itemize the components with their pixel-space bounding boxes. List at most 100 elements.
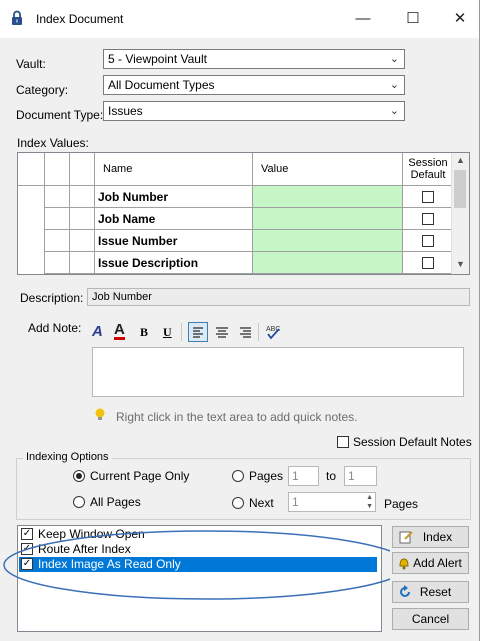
index-field-name: Job Number [95,186,253,208]
session-default-cell [403,208,454,230]
pages-radio[interactable] [232,470,244,482]
header-blank-cell [70,153,95,186]
row-header[interactable] [18,186,45,208]
annotation-ellipse [3,530,390,600]
index-button-label: Index [422,530,453,544]
font-color-icon[interactable]: A [114,322,125,340]
index-values-grid[interactable]: Name Value Session Default Job Number Jo… [17,152,470,275]
index-values-label: Index Values: [17,136,89,150]
add-alert-button[interactable]: Add Alert [392,552,469,574]
session-default-checkbox[interactable] [422,257,434,269]
bold-button[interactable]: B [140,325,148,340]
session-default-notes-label: Session Default Notes [353,435,472,449]
session-default-checkbox[interactable] [422,235,434,247]
underline-button[interactable]: U [163,325,172,340]
current-page-only-radio[interactable] [73,470,85,482]
index-field-name: Job Name [95,208,253,230]
lock-icon [11,10,23,29]
index-field-value-input[interactable] [253,230,403,252]
row-header-corner [18,153,45,186]
session-default-checkbox[interactable] [422,213,434,225]
session-default-cell [403,252,454,274]
maximize-button[interactable]: ☐ [390,0,436,38]
reset-button[interactable]: Reset [392,581,469,603]
column-header-name[interactable]: Name [95,153,253,186]
chevron-down-icon: ⌄ [389,53,399,65]
reset-icon [398,585,412,605]
document-type-value: Issues [108,104,143,118]
add-note-label: Add Note: [28,321,82,335]
note-hint: Right click in the text area to add quic… [116,410,358,424]
document-type-select[interactable]: Issues ⌄ [103,101,405,121]
index-field-name: Issue Number [95,230,253,252]
index-field-name: Issue Description [95,252,253,274]
row-cell [70,208,95,230]
toolbar-divider [181,323,182,341]
lightbulb-icon [94,408,106,425]
chevron-down-icon: ⌄ [389,79,399,91]
indexing-options-legend: Indexing Options [23,451,112,463]
scroll-down-icon[interactable]: ▼ [456,259,465,269]
pages-label: Pages [249,469,284,483]
alert-bell-icon [397,556,411,576]
align-right-icon[interactable] [236,323,254,344]
spell-check-icon[interactable]: ABC [264,323,282,344]
chevron-down-icon: ⌄ [389,105,399,117]
current-page-only-label: Current Page Only [90,469,190,483]
vault-value: 5 - Viewpoint Vault [108,52,207,66]
all-pages-label: All Pages [90,495,141,509]
document-type-label: Document Type: [16,108,104,122]
index-button[interactable]: Index [392,526,469,548]
row-cell [45,186,70,208]
next-radio[interactable] [232,497,244,509]
pages-to-input[interactable]: 1 [344,466,377,486]
row-cell [70,186,95,208]
index-field-value-input[interactable] [253,252,403,274]
vault-label: Vault: [16,57,46,71]
category-value: All Document Types [108,78,215,92]
index-icon [399,530,413,550]
next-pages-suffix: Pages [384,497,419,511]
row-header[interactable] [18,230,45,252]
grid-scrollbar[interactable]: ▲ ▼ [451,153,469,274]
next-label: Next [249,496,274,510]
session-default-cell [403,186,454,208]
close-button[interactable]: ✕ [437,0,483,38]
category-select[interactable]: All Document Types ⌄ [103,75,405,95]
column-header-value[interactable]: Value [253,153,403,186]
pages-from-input[interactable]: 1 [288,466,319,486]
row-cell [45,208,70,230]
row-cell [45,252,70,274]
session-default-checkbox[interactable] [422,191,434,203]
session-default-notes-checkbox[interactable] [337,436,349,448]
index-field-value-input[interactable] [253,186,403,208]
index-field-value-input[interactable] [253,208,403,230]
session-default-cell [403,230,454,252]
cancel-button[interactable]: Cancel [392,608,469,630]
toolbar-divider [258,323,259,341]
description-field: Job Number [87,288,470,306]
next-pages-stepper[interactable]: 1 ▲ ▼ [288,492,376,512]
all-pages-radio[interactable] [73,496,85,508]
row-cell [45,230,70,252]
note-toolbar: A A B U ABC [92,322,464,344]
reset-button-label: Reset [419,585,452,599]
align-center-icon[interactable] [213,323,231,344]
scroll-up-icon[interactable]: ▲ [456,155,465,165]
column-header-session-default[interactable]: Session Default [403,153,454,186]
index-document-window: Index Document — ☐ ✕ Vault: 5 - Viewpoin… [0,0,480,641]
font-icon[interactable]: A [92,323,103,340]
stepper-arrows-icon[interactable]: ▲ ▼ [366,493,373,511]
window-title: Index Document [36,12,124,26]
title-bar: Index Document — ☐ ✕ [0,0,479,38]
row-header[interactable] [18,208,45,230]
row-cell [70,252,95,274]
pages-to-label: to [326,469,337,483]
align-left-icon[interactable] [188,322,208,342]
minimize-button[interactable]: — [340,0,386,38]
vault-select[interactable]: 5 - Viewpoint Vault ⌄ [103,49,405,69]
scrollbar-thumb[interactable] [454,170,466,208]
row-header[interactable] [18,252,45,274]
note-textarea[interactable] [92,347,464,397]
next-pages-value: 1 [292,495,299,509]
